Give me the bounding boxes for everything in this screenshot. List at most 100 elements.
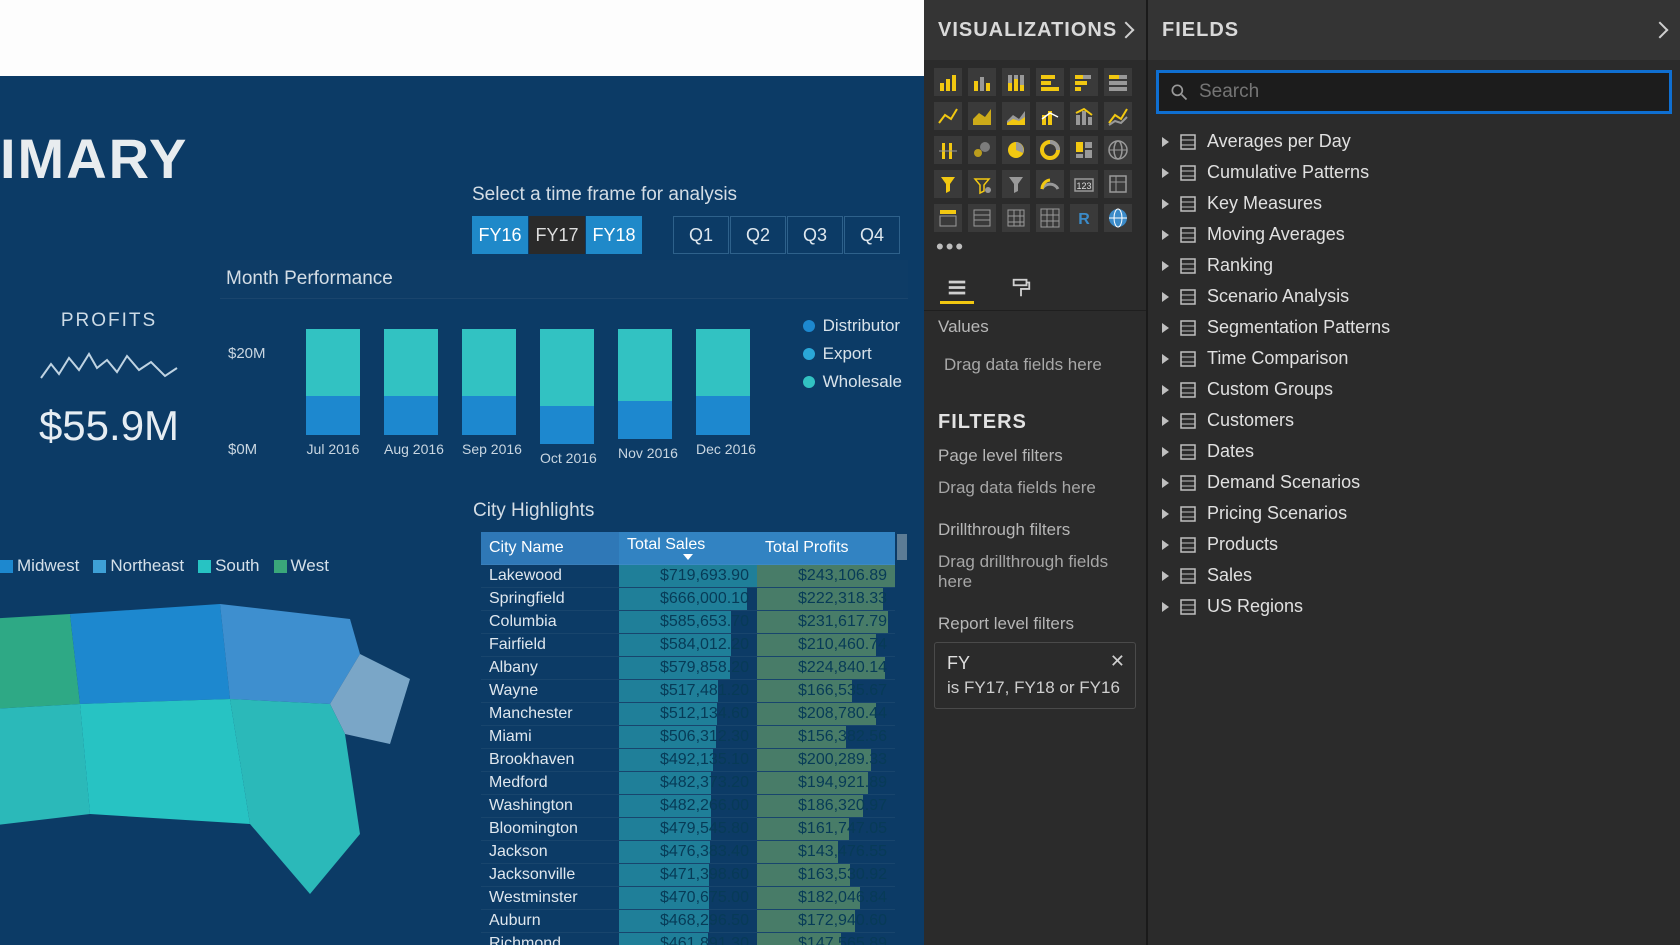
viz-area-icon[interactable] [968,102,996,130]
viz-stacked-bar-icon[interactable] [934,68,962,96]
fy-button[interactable]: FY18 [586,216,642,254]
bar-segment-wholesale[interactable] [696,329,750,396]
fields-header[interactable]: FIELDS [1148,0,1680,60]
bar-segment-distributor[interactable] [696,396,750,434]
viz-table-icon[interactable] [1104,170,1132,198]
viz-combo2-icon[interactable] [1070,102,1098,130]
table-row[interactable]: Fairfield$584,012.20$210,460.74 [481,634,895,657]
table-row[interactable]: Jacksonville$471,398.60$163,530.92 [481,864,895,887]
viz-clustered-bar-icon[interactable] [968,68,996,96]
fy-button[interactable]: FY16 [472,216,528,254]
table-row[interactable]: Columbia$585,653.70$231,617.79 [481,611,895,634]
field-table-row[interactable]: Products [1154,529,1674,560]
viz-matrix3-icon[interactable] [1036,204,1064,232]
values-drop-well[interactable]: Drag data fields here [934,341,1136,389]
field-table-row[interactable]: Custom Groups [1154,374,1674,405]
table-row[interactable]: Medford$482,373.20$194,921.89 [481,772,895,795]
viz-100pct-bar-h-icon[interactable] [1104,68,1132,96]
field-table-row[interactable]: Scenario Analysis [1154,281,1674,312]
bar-segment-wholesale[interactable] [462,329,516,396]
viz-pie-icon[interactable] [1002,136,1030,164]
remove-filter-icon[interactable]: ✕ [1110,651,1125,672]
viz-matrix2-icon[interactable] [1002,204,1030,232]
table-row[interactable]: Albany$579,858.20$224,840.14 [481,657,895,680]
viz-treemap-icon[interactable] [1070,136,1098,164]
fy-button[interactable]: FY17 [529,216,585,254]
drillthrough-filters-drop[interactable]: Drag drillthrough fields here [924,542,1146,608]
quarter-button[interactable]: Q3 [787,216,843,254]
city-highlights-table[interactable]: City Highlights City Name Total Sales To… [465,490,908,920]
table-row[interactable]: Miami$506,312.30$156,382.56 [481,726,895,749]
table-row[interactable]: Washington$482,266.00$186,320.97 [481,795,895,818]
viz-stacked-area-icon[interactable] [1002,102,1030,130]
viz-100pct-bar-icon[interactable] [1002,68,1030,96]
month-performance-chart[interactable]: Month Performance $20M $0M Jul 2016Aug 2… [220,260,908,485]
viz-waterfall-icon[interactable] [934,136,962,164]
table-row[interactable]: Manchester$512,134.60$208,780.44 [481,703,895,726]
field-table-row[interactable]: Segmentation Patterns [1154,312,1674,343]
field-table-row[interactable]: Customers [1154,405,1674,436]
col-header-sales[interactable]: Total Sales [619,532,757,565]
viz-donut-icon[interactable] [1036,136,1064,164]
col-header-profits[interactable]: Total Profits [757,532,895,565]
field-table-row[interactable]: Averages per Day [1154,126,1674,157]
field-table-row[interactable]: Sales [1154,560,1674,591]
table-row[interactable]: Jackson$476,383.40$143,476.55 [481,841,895,864]
fields-tab[interactable] [940,274,974,304]
scrollbar-track[interactable] [895,532,907,945]
field-table-row[interactable]: Dates [1154,436,1674,467]
us-map-visual[interactable] [0,584,450,914]
col-header-city[interactable]: City Name [481,532,619,565]
field-table-row[interactable]: US Regions [1154,591,1674,622]
viz-line-icon[interactable] [934,102,962,130]
page-filters-drop[interactable]: Drag data fields here [924,468,1146,514]
table-row[interactable]: Richmond$461,891.30$147,565.89 [481,933,895,945]
format-tab[interactable] [1004,274,1038,304]
quarter-button[interactable]: Q2 [730,216,786,254]
profits-kpi-card[interactable]: PROFITS $55.9M [0,260,218,485]
visualizations-header[interactable]: VISUALIZATIONS [924,0,1146,60]
viz-combo-icon[interactable] [1036,102,1064,130]
bar-segment-distributor[interactable] [306,396,360,434]
bar-segment-distributor[interactable] [618,401,672,439]
viz-table2-icon[interactable] [968,204,996,232]
field-table-row[interactable]: Key Measures [1154,188,1674,219]
search-input[interactable] [1199,81,1659,103]
viz-funnel-icon[interactable] [934,170,962,198]
scrollbar-thumb[interactable] [897,534,907,560]
bar-segment-wholesale[interactable] [540,329,594,406]
table-row[interactable]: Auburn$468,296.50$172,940.60 [481,910,895,933]
field-table-row[interactable]: Cumulative Patterns [1154,157,1674,188]
quarter-button[interactable]: Q1 [673,216,729,254]
viz-scatter-icon[interactable] [968,136,996,164]
viz-r-visual-icon[interactable]: R [1070,204,1098,232]
field-table-row[interactable]: Moving Averages [1154,219,1674,250]
viz-funnel2-icon[interactable] [968,170,996,198]
viz-map-icon[interactable] [1104,136,1132,164]
table-row[interactable]: Lakewood$719,693.90$243,106.89 [481,565,895,588]
viz-ribbon-icon[interactable] [1104,102,1132,130]
report-filter-card[interactable]: ✕ FY is FY17, FY18 or FY16 [934,642,1136,709]
table-row[interactable]: Springfield$666,000.10$222,318.33 [481,588,895,611]
bar-segment-wholesale[interactable] [618,329,672,401]
table-row[interactable]: Wayne$517,481.20$166,535.67 [481,680,895,703]
viz-matrix-icon[interactable] [934,204,962,232]
table-row[interactable]: Brookhaven$492,135.10$200,289.33 [481,749,895,772]
field-table-row[interactable]: Time Comparison [1154,343,1674,374]
quarter-button[interactable]: Q4 [844,216,900,254]
table-row[interactable]: Bloomington$479,545.80$161,747.05 [481,818,895,841]
bar-segment-wholesale[interactable] [384,329,438,396]
fields-search[interactable] [1156,70,1672,114]
viz-bar-horizontal-icon[interactable] [1036,68,1064,96]
viz-gauge-icon[interactable] [1036,170,1064,198]
viz-funnel3-icon[interactable] [1002,170,1030,198]
field-table-row[interactable]: Demand Scenarios [1154,467,1674,498]
viz-arcgis-icon[interactable] [1104,204,1132,232]
bar-segment-wholesale[interactable] [306,329,360,396]
viz-card-icon[interactable]: 123 [1070,170,1098,198]
bar-segment-distributor[interactable] [462,396,516,434]
field-table-row[interactable]: Ranking [1154,250,1674,281]
more-visuals-button[interactable]: ••• [924,232,1146,264]
bar-segment-distributor[interactable] [540,406,594,444]
table-row[interactable]: Westminster$470,675.00$182,046.84 [481,887,895,910]
